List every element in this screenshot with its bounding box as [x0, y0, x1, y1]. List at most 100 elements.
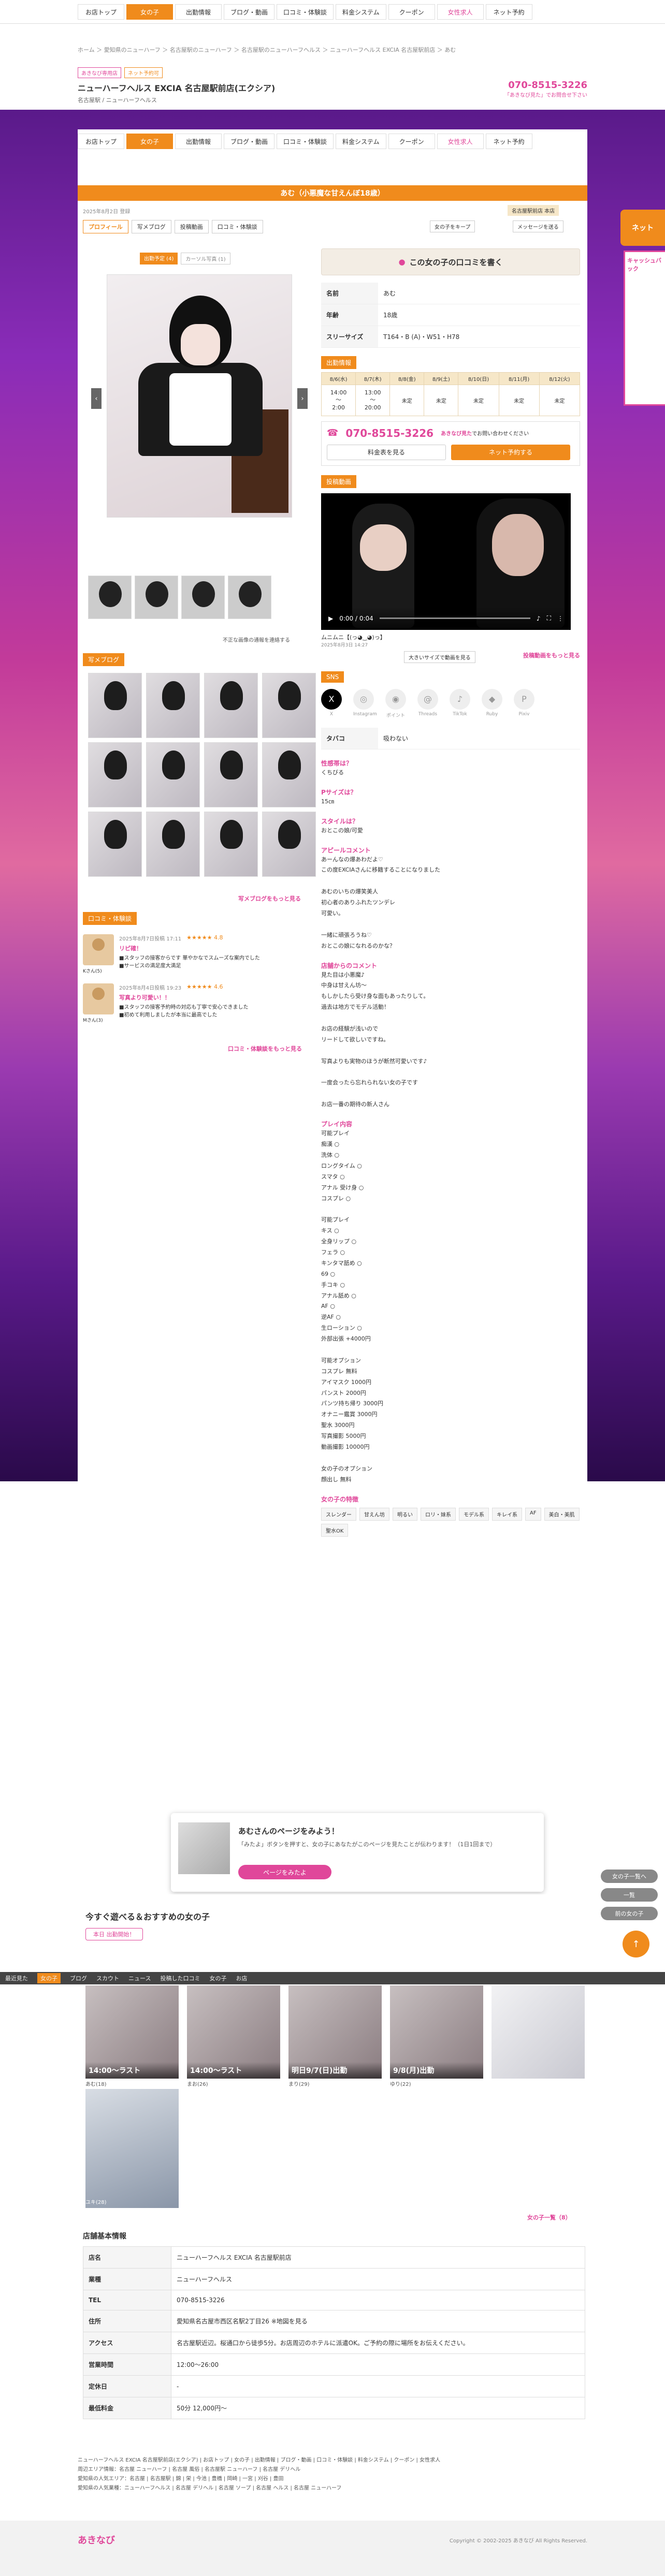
nav-schedule[interactable]: 出勤情報	[175, 4, 222, 20]
thumbnail[interactable]	[228, 576, 271, 619]
tab-video[interactable]: 投稿動画	[174, 220, 209, 233]
girl-name[interactable]: まり(29)	[288, 2080, 382, 2087]
sticky-nav-recruit[interactable]: 女性求人	[437, 134, 484, 149]
video-progress[interactable]	[379, 617, 530, 620]
footer-logo[interactable]: あきなび	[78, 2533, 115, 2546]
blog-photo[interactable]	[88, 812, 142, 877]
thumbnail[interactable]	[181, 576, 225, 619]
main-photo[interactable]	[107, 274, 292, 518]
nav-price[interactable]: 料金システム	[336, 4, 386, 20]
prev-photo-arrow-icon[interactable]: ‹	[91, 388, 102, 409]
shopinfo-value[interactable]: ニューハーフヘルス EXCIA 名古屋駅前店	[171, 2246, 585, 2269]
girl-card[interactable]: 明日9/7(日)出勤	[288, 1985, 382, 2079]
fullscreen-icon[interactable]: ⛶	[547, 614, 551, 622]
blog-photo[interactable]	[204, 812, 258, 877]
shopinfo-value[interactable]: 070-8515-3226	[171, 2290, 585, 2310]
write-review-button[interactable]: ● この女の子の口コミを書く	[321, 248, 580, 275]
keep-button[interactable]: 女の子をキープ	[430, 220, 475, 232]
nav-reviews[interactable]: 口コミ・体験談	[277, 4, 334, 20]
nav-net-reserve[interactable]: ネット予約	[485, 4, 532, 20]
overlay-item[interactable]: ブログ	[70, 1974, 87, 1982]
overlay-item[interactable]: 女の子	[37, 1973, 61, 1983]
breadcrumb[interactable]: ホーム ＞ 愛知県のニューハーフ ＞ 名古屋駅のニューハーフ ＞ 名古屋駅のニュ…	[78, 46, 456, 54]
sns-item[interactable]: ◉ ポイント	[385, 688, 406, 718]
sns-item[interactable]: P Pixiv	[514, 688, 534, 718]
nav-recruit[interactable]: 女性求人	[437, 4, 484, 20]
play-icon[interactable]: ▶	[328, 615, 333, 622]
overlay-item[interactable]: お店	[236, 1974, 247, 1982]
girl-name[interactable]: ユキ(28)	[85, 2198, 107, 2205]
photo-report-link[interactable]: 不正な画像の通報を連絡する	[223, 636, 290, 643]
sticky-nav-schedule[interactable]: 出勤情報	[175, 134, 222, 149]
photo-tab-cursor[interactable]: カーソル写真 (1)	[181, 253, 230, 264]
photo-tab-schedule[interactable]: 出勤予定 (4)	[140, 253, 178, 264]
sticky-nav-reviews[interactable]: 口コミ・体験談	[277, 134, 334, 149]
shop-tel[interactable]: 070-8515-3226	[504, 80, 587, 91]
sns-item[interactable]: ◎ Instagram	[353, 688, 377, 718]
blog-photo[interactable]	[146, 812, 200, 877]
nav-blog[interactable]: ブログ・動画	[224, 4, 275, 20]
side-prev-girl-button[interactable]: 前の女の子	[601, 1907, 658, 1920]
net-reserve-button[interactable]: ネット予約する	[451, 444, 570, 460]
sticky-nav-blog[interactable]: ブログ・動画	[224, 134, 275, 149]
girl-card[interactable]: 9/8(月)出勤	[390, 1985, 483, 2079]
girl-name[interactable]: あむ(18)	[85, 2080, 179, 2087]
message-button[interactable]: メッセージを送る	[513, 220, 563, 232]
girl-card[interactable]: 14:00〜ラスト	[187, 1985, 280, 2079]
sticky-nav-price[interactable]: 料金システム	[336, 134, 386, 149]
video-fullsize-button[interactable]: 大きいサイズで動画を見る	[404, 651, 475, 663]
review-item[interactable]: Mさん(3) 2025年8月4日投稿 19:23 ★★★★★ 4.6 写真より可愛…	[83, 983, 311, 1023]
overlay-item[interactable]: 投稿した口コミ	[160, 1974, 200, 1982]
next-photo-arrow-icon[interactable]: ›	[297, 388, 308, 409]
mitayo-button[interactable]: ページをみたよ	[238, 1865, 331, 1879]
side-girls-list-button[interactable]: 女の子一覧へ	[601, 1870, 658, 1883]
blog-photo[interactable]	[146, 742, 200, 807]
sticky-nav-net-reserve[interactable]: ネット予約	[485, 134, 532, 149]
side-net-reserve-button[interactable]: ネット	[620, 210, 665, 246]
overlay-item[interactable]: ニュース	[128, 1974, 151, 1982]
blog-photo[interactable]	[204, 673, 258, 738]
price-button[interactable]: 料金表を見る	[327, 444, 446, 460]
thumbnail[interactable]	[88, 576, 132, 619]
shopinfo-value[interactable]: 愛知県名古屋市西区名駅2丁目26 ※地図を見る	[171, 2310, 585, 2332]
review-more-link[interactable]: 口コミ・体験談をもっと見る	[228, 1044, 302, 1053]
overlay-item[interactable]: スカウト	[96, 1974, 119, 1982]
sticky-nav-coupon[interactable]: クーポン	[388, 134, 435, 149]
volume-icon[interactable]: ♪	[537, 615, 541, 622]
nav-shop-top[interactable]: お店トップ	[78, 4, 124, 20]
thumbnail[interactable]	[135, 576, 178, 619]
video-player[interactable]: ▶ 0:00 / 0:04 ♪ ⛶ ⋮	[321, 493, 571, 630]
overlay-item[interactable]: 女の子	[209, 1974, 226, 1982]
side-cashback-banner[interactable]: キャッシュバック	[624, 251, 665, 406]
girl-card[interactable]	[491, 1985, 585, 2079]
nav-girls[interactable]: 女の子	[126, 4, 173, 20]
blog-photo[interactable]	[88, 742, 142, 807]
girl-card[interactable]: 14:00〜ラスト	[85, 1985, 179, 2079]
today-badge[interactable]: 本日 出勤開始！	[85, 1928, 143, 1940]
video-more-link[interactable]: 投稿動画をもっと見る	[523, 651, 580, 663]
sns-item[interactable]: ♪ TikTok	[450, 688, 470, 718]
girl-name[interactable]: まお(26)	[187, 2080, 280, 2087]
tab-blog[interactable]: 写メブログ	[131, 220, 171, 233]
blog-more-link[interactable]: 写メブログをもっと見る	[238, 894, 301, 903]
sticky-nav-shop-top[interactable]: お店トップ	[78, 134, 124, 149]
scroll-top-icon[interactable]: ↑	[623, 1931, 649, 1957]
more-girls-link[interactable]: 女の子一覧（8）	[527, 2213, 571, 2221]
tel-number[interactable]: 070-8515-3226	[345, 427, 433, 439]
blog-photo[interactable]	[262, 673, 316, 738]
tab-profile[interactable]: プロフィール	[83, 220, 128, 233]
sticky-nav-girls[interactable]: 女の子	[126, 134, 173, 149]
overlay-item[interactable]: 最近見た	[5, 1974, 28, 1982]
blog-photo[interactable]	[262, 812, 316, 877]
footer-links[interactable]: ニューハーフヘルス EXCIA 名古屋駅前店(エクシア) | お店トップ | 女…	[78, 2456, 587, 2493]
shopinfo-value[interactable]: ニューハーフヘルス	[171, 2268, 585, 2290]
side-list-button[interactable]: 一覧	[601, 1888, 658, 1902]
blog-photo[interactable]	[204, 742, 258, 807]
blog-photo[interactable]	[146, 673, 200, 738]
girl-card[interactable]	[85, 2089, 179, 2208]
sns-item[interactable]: ◆ Ruby	[482, 688, 502, 718]
review-item[interactable]: Kさん(5) 2025年8月7日投稿 17:11 ★★★★★ 4.8 リピ確！ ■…	[83, 934, 311, 974]
nav-coupon[interactable]: クーポン	[388, 4, 435, 20]
sns-item[interactable]: XX	[321, 688, 342, 718]
blog-photo[interactable]	[262, 742, 316, 807]
